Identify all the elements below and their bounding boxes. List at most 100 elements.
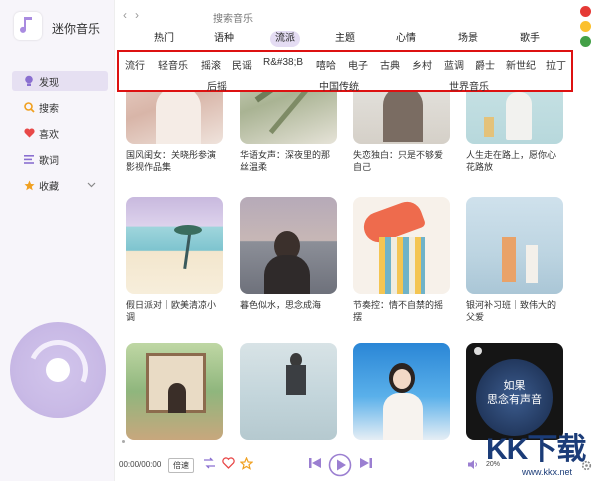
playlist-cover[interactable] bbox=[126, 92, 223, 144]
back-arrow-icon[interactable]: ‹ bbox=[123, 8, 135, 22]
app-logo bbox=[14, 12, 42, 40]
playlist-cover[interactable] bbox=[353, 343, 450, 440]
sidebar-item-lyrics[interactable]: 歌词 bbox=[12, 149, 108, 169]
maximize-window-button[interactable] bbox=[580, 36, 591, 47]
minimize-window-button[interactable] bbox=[580, 21, 591, 32]
playlist-cover[interactable] bbox=[353, 197, 450, 294]
playlist-cover[interactable] bbox=[466, 197, 563, 294]
genre-item[interactable]: 嘻哈 bbox=[316, 57, 336, 72]
tab-scene[interactable]: 场景 bbox=[453, 31, 483, 47]
search-icon bbox=[22, 100, 36, 114]
playlist-title[interactable]: 华语女声：深夜里的那丝温柔 bbox=[240, 149, 337, 173]
genre-item[interactable]: 摇滚 bbox=[201, 57, 221, 72]
sidebar-item-label: 发现 bbox=[39, 77, 59, 89]
tab-hot[interactable]: 热门 bbox=[149, 31, 179, 47]
speed-button[interactable]: 倍速 bbox=[168, 458, 194, 473]
star-icon[interactable] bbox=[240, 457, 253, 470]
heart-icon bbox=[22, 126, 36, 140]
site-watermark: KK下载 www.kkx.net bbox=[480, 420, 600, 481]
next-track-icon[interactable] bbox=[359, 456, 373, 470]
playlist-title[interactable]: 节奏控：情不自禁的摇摆 bbox=[353, 299, 450, 323]
history-nav: ‹› bbox=[123, 8, 147, 22]
cover-overlay-text: 如果 思念有声音 bbox=[487, 380, 542, 406]
playlist-card[interactable] bbox=[126, 343, 223, 445]
tab-theme[interactable]: 主题 bbox=[330, 31, 360, 47]
genre-item[interactable]: 爵士 bbox=[475, 57, 495, 72]
previous-track-icon[interactable] bbox=[308, 456, 322, 470]
sidebar: 迷你音乐 发现 搜索 喜欢 歌词 收藏 bbox=[0, 0, 115, 481]
sidebar-item-label: 喜欢 bbox=[39, 129, 59, 141]
genre-item[interactable]: 新世纪 bbox=[506, 57, 536, 72]
playlist-cover[interactable] bbox=[240, 92, 337, 144]
playlist-cover[interactable] bbox=[240, 197, 337, 294]
playlist-card[interactable]: 暮色似水，思念成海 bbox=[240, 197, 337, 311]
genre-item[interactable]: 后摇 bbox=[207, 78, 227, 93]
playlist-cover[interactable] bbox=[126, 343, 223, 440]
playlist-title[interactable]: 银河补习班｜致伟大的父爱 bbox=[466, 299, 563, 323]
lyrics-icon bbox=[22, 152, 36, 166]
genre-item[interactable]: 民谣 bbox=[232, 57, 252, 72]
genre-item[interactable]: 古典 bbox=[380, 57, 400, 72]
tab-language[interactable]: 语种 bbox=[209, 31, 239, 47]
genre-item[interactable]: 拉丁 bbox=[546, 57, 566, 72]
tab-artist[interactable]: 歌手 bbox=[515, 31, 545, 47]
playlist-title[interactable]: 假日派对｜欧美清凉小调 bbox=[126, 299, 223, 323]
sidebar-item-likes[interactable]: 喜欢 bbox=[12, 123, 108, 143]
genre-item[interactable]: 电子 bbox=[348, 57, 368, 72]
sidebar-item-label: 歌词 bbox=[39, 155, 59, 167]
genre-item[interactable]: 流行 bbox=[125, 57, 145, 72]
playlist-grid: 国风闺女：关晓彤参演影视作品集 华语女声：深夜里的那丝温柔 失恋独白：只是不够爱… bbox=[126, 92, 576, 450]
star-icon bbox=[22, 178, 36, 192]
playlist-card[interactable]: 失恋独白：只是不够爱自己 bbox=[353, 92, 450, 173]
playlist-card[interactable]: 人生走在路上，愿你心花路放 bbox=[466, 92, 563, 173]
genre-item[interactable]: 轻音乐 bbox=[158, 57, 188, 72]
playlist-card[interactable]: 国风闺女：关晓彤参演影视作品集 bbox=[126, 92, 223, 173]
app-title: 迷你音乐 bbox=[52, 22, 101, 36]
music-note-icon bbox=[20, 17, 32, 33]
playback-mode-icon[interactable] bbox=[203, 457, 216, 469]
playlist-card[interactable] bbox=[240, 343, 337, 445]
progress-indicator[interactable] bbox=[122, 440, 125, 443]
search-input[interactable]: 搜索音乐 bbox=[213, 10, 253, 25]
chevron-down-icon[interactable] bbox=[87, 180, 96, 190]
genre-item[interactable]: R&#38;B bbox=[263, 57, 303, 68]
watermark-url: www.kkx.net bbox=[522, 467, 573, 477]
watermark-logo-text: KK下载 bbox=[486, 433, 586, 466]
forward-arrow-icon[interactable]: › bbox=[135, 8, 147, 22]
playlist-title[interactable]: 暮色似水，思念成海 bbox=[240, 299, 337, 311]
window-controls bbox=[580, 6, 592, 51]
disc-hub bbox=[46, 358, 70, 382]
genre-dropdown: 流行 轻音乐 摇滚 民谣 R&#38;B 嘻哈 电子 古典 乡村 蓝调 爵士 新… bbox=[117, 50, 573, 93]
playlist-cover[interactable] bbox=[126, 197, 223, 294]
sidebar-nav: 发现 搜索 喜欢 歌词 收藏 bbox=[12, 71, 108, 201]
playlist-cover[interactable] bbox=[353, 92, 450, 144]
now-playing-disc[interactable] bbox=[10, 322, 106, 418]
playlist-card[interactable]: 银河补习班｜致伟大的父爱 bbox=[466, 197, 563, 323]
playlist-card[interactable]: 假日派对｜欧美清凉小调 bbox=[126, 197, 223, 323]
play-button[interactable] bbox=[328, 453, 352, 477]
playlist-cover[interactable] bbox=[240, 343, 337, 440]
volume-icon[interactable] bbox=[467, 459, 479, 470]
lightbulb-icon bbox=[22, 74, 36, 88]
genre-item[interactable]: 中国传统 bbox=[319, 78, 359, 93]
close-window-button[interactable] bbox=[580, 6, 591, 17]
genre-item[interactable]: 蓝调 bbox=[444, 57, 464, 72]
playback-time: 00:00/00:00 bbox=[119, 460, 162, 469]
sidebar-item-discover[interactable]: 发现 bbox=[12, 71, 108, 91]
sidebar-item-search[interactable]: 搜索 bbox=[12, 97, 108, 117]
genre-item[interactable]: 世界音乐 bbox=[449, 78, 489, 93]
tab-mood[interactable]: 心情 bbox=[391, 31, 421, 47]
category-tabs: 热门 语种 流派 主题 心情 场景 歌手 bbox=[115, 31, 575, 49]
tab-genre[interactable]: 流派 bbox=[270, 31, 300, 47]
playlist-title[interactable]: 失恋独白：只是不够爱自己 bbox=[353, 149, 450, 173]
heart-icon[interactable] bbox=[222, 457, 235, 469]
playlist-card[interactable] bbox=[353, 343, 450, 445]
playlist-cover[interactable] bbox=[466, 92, 563, 144]
sidebar-item-favorites[interactable]: 收藏 bbox=[12, 175, 108, 195]
playlist-card[interactable]: 华语女声：深夜里的那丝温柔 bbox=[240, 92, 337, 173]
sidebar-item-label: 收藏 bbox=[39, 181, 59, 193]
playlist-title[interactable]: 人生走在路上，愿你心花路放 bbox=[466, 149, 563, 173]
genre-item[interactable]: 乡村 bbox=[412, 57, 432, 72]
playlist-card[interactable]: 节奏控：情不自禁的摇摆 bbox=[353, 197, 450, 323]
playlist-title[interactable]: 国风闺女：关晓彤参演影视作品集 bbox=[126, 149, 223, 173]
